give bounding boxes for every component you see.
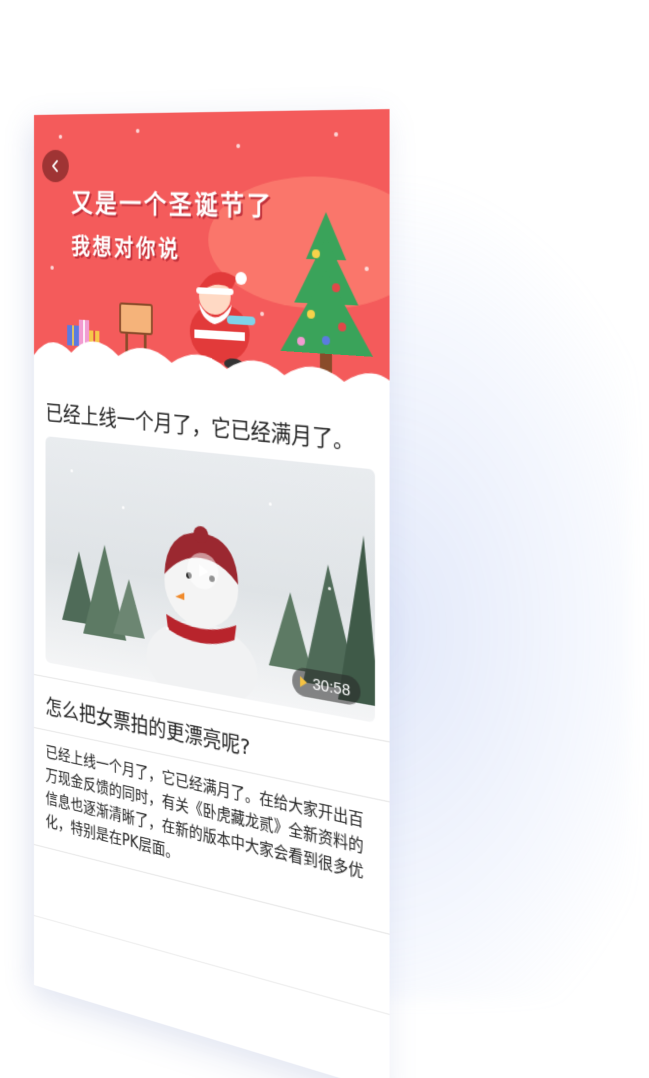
snow-dot	[50, 266, 53, 270]
play-icon	[196, 563, 209, 580]
chevron-left-icon	[50, 159, 62, 173]
snowflake	[71, 469, 74, 472]
scene: 又是一个圣诞节了 我想对你说 已经上线一个月了，它已经满月了。 30:58 怎么…	[0, 0, 649, 1017]
phone-screen: 又是一个圣诞节了 我想对你说 已经上线一个月了，它已经满月了。 30:58 怎么…	[34, 109, 390, 1078]
christmas-banner: 又是一个圣诞节了 我想对你说	[34, 109, 390, 414]
snow-dot	[136, 129, 140, 133]
duration-label: 30:58	[312, 674, 350, 699]
snow-dot	[334, 132, 338, 136]
video-player[interactable]: 30:58	[46, 436, 375, 723]
snow-dot	[59, 135, 62, 139]
banner-subtitle: 我想对你说	[71, 228, 180, 264]
snowflake	[166, 627, 169, 631]
snowflake	[269, 502, 272, 506]
divider	[34, 915, 390, 1015]
snowflake	[328, 587, 331, 591]
snow-dot	[236, 144, 240, 148]
play-triangle-icon	[301, 676, 308, 688]
back-button[interactable]	[42, 150, 69, 182]
snowflake	[122, 506, 125, 509]
banner-title: 又是一个圣诞节了	[71, 183, 273, 224]
